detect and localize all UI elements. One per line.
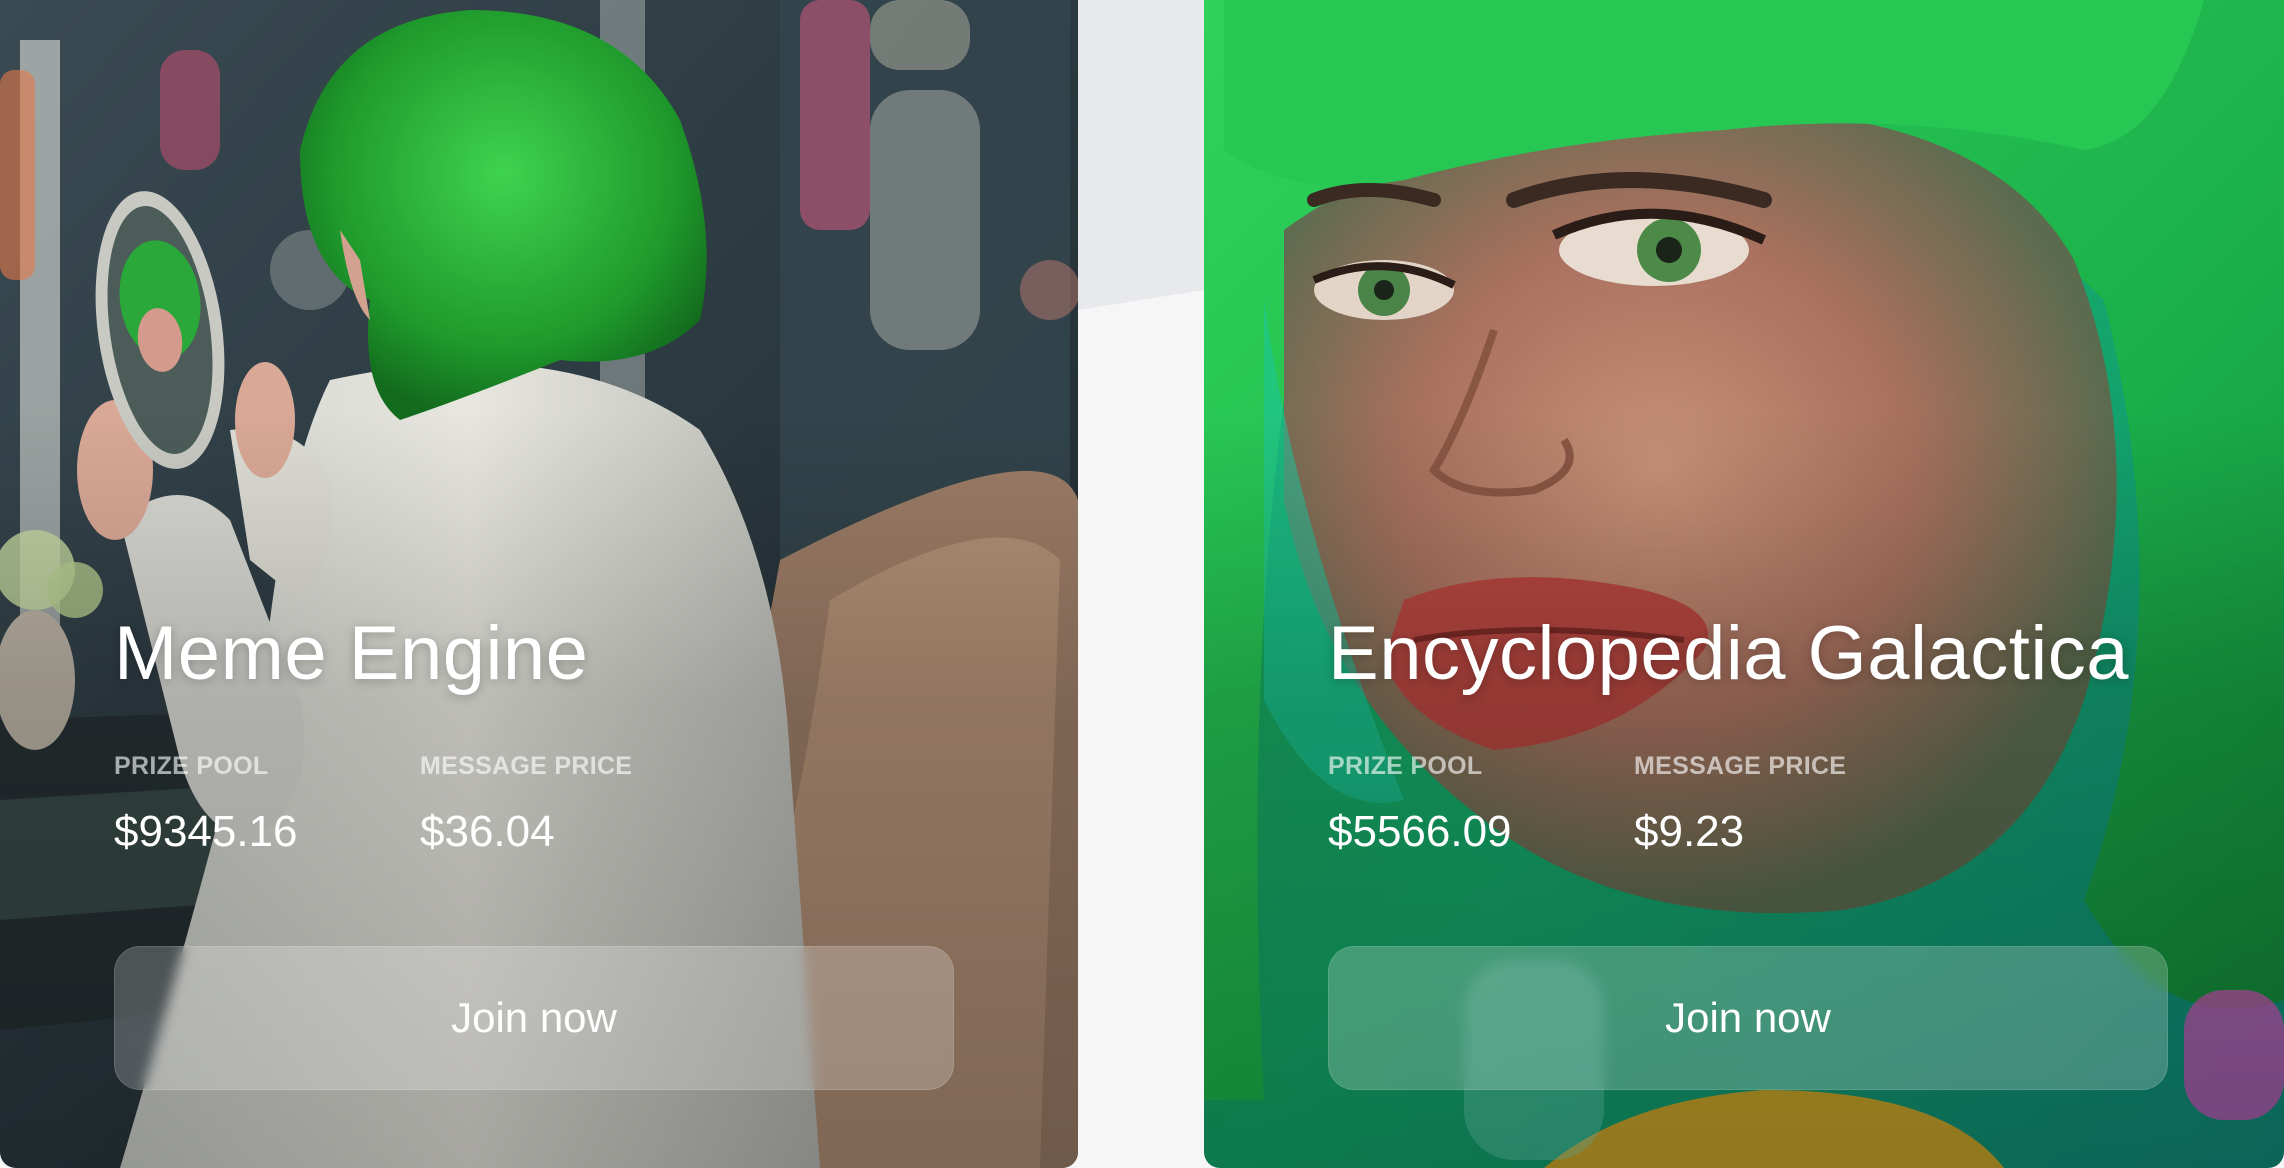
game-card-meme-engine[interactable]: Meme Engine PRIZE POOL $9345.16 MESSAGE … — [0, 0, 1078, 1168]
card-content: Meme Engine PRIZE POOL $9345.16 MESSAGE … — [114, 0, 1078, 1168]
card-title: Meme Engine — [114, 611, 589, 696]
join-now-button[interactable]: Join now — [1328, 946, 2168, 1090]
message-price-label: MESSAGE PRICE — [420, 752, 633, 780]
message-price-value: $36.04 — [420, 807, 555, 856]
prize-pool-stat: PRIZE POOL $5566.09 — [1328, 752, 1512, 857]
message-price-value: $9.23 — [1634, 807, 1745, 856]
prize-pool-value: $9345.16 — [114, 807, 298, 856]
card-title: Encyclopedia Galactica — [1328, 611, 2129, 696]
card-content: Encyclopedia Galactica PRIZE POOL $5566.… — [1328, 0, 2284, 1168]
prize-pool-stat: PRIZE POOL $9345.16 — [114, 752, 298, 857]
prize-pool-value: $5566.09 — [1328, 807, 1512, 856]
message-price-stat: MESSAGE PRICE $9.23 — [1634, 752, 1846, 857]
prize-pool-label: PRIZE POOL — [1328, 752, 1483, 780]
prize-pool-label: PRIZE POOL — [114, 752, 269, 780]
message-price-label: MESSAGE PRICE — [1634, 752, 1847, 780]
message-price-stat: MESSAGE PRICE $36.04 — [420, 752, 632, 857]
join-now-button[interactable]: Join now — [114, 946, 954, 1090]
game-card-encyclopedia-galactica[interactable]: Encyclopedia Galactica PRIZE POOL $5566.… — [1204, 0, 2284, 1168]
